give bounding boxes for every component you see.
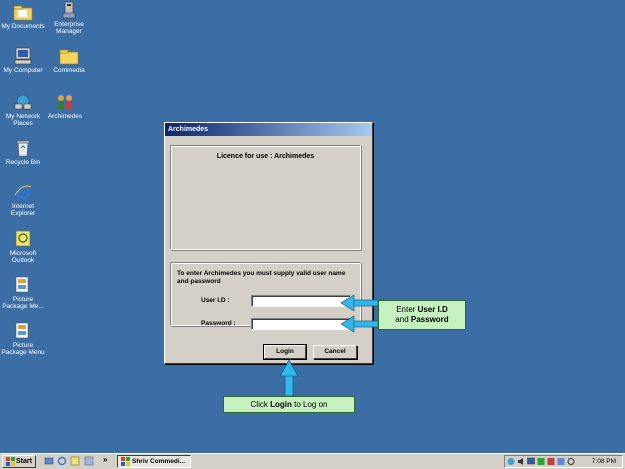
desktop-icon-my-computer[interactable]: My Computer [0,47,46,74]
callout-and: and [395,315,409,324]
callout-click-login: Click Login to Log on [223,396,355,413]
volume-tray-icon[interactable] [517,457,525,466]
desktop-icon-label: Archimedes [47,113,83,120]
cancel-button[interactable]: Cancel [313,345,357,359]
licence-panel: Licence for use : Archimedes [170,145,361,250]
user-id-label: User I.D : [201,297,230,304]
desktop-icon-my-documents[interactable]: My Documents [0,3,46,30]
recycle-bin-icon [16,140,30,157]
update-tray-icon[interactable] [557,457,565,466]
dialog-title[interactable]: Archimedes [165,123,372,136]
desktop-icon-label: Recycle Bin [5,159,41,166]
desktop-icon-network-places[interactable]: My Network Places [0,93,46,127]
user-id-input[interactable] [251,295,351,307]
taskbar: Start » Shriv Commedi... 7:08 PM [0,453,625,469]
folder-icon [59,49,79,65]
computer-icon [14,47,32,65]
password-input[interactable] [251,318,351,330]
outlook-icon [15,230,31,247]
password-label: Password : [201,320,236,327]
clock[interactable]: 7:08 PM [592,456,616,467]
desktop-icon-archimedes[interactable]: Archimedes [42,93,88,120]
desktop-icon-label: Internet Explorer [10,203,36,217]
start-button[interactable]: Start [2,455,36,468]
ie-quicklaunch-icon[interactable] [57,456,67,466]
quicklaunch-chevron[interactable]: » [103,455,107,464]
ie-icon [14,184,32,200]
network-icon [14,94,32,110]
desktop-icon-enterprise-manager[interactable]: Enterprise Manager [46,1,92,35]
show-desktop-icon[interactable] [44,456,54,466]
folder-documents-icon [13,5,33,21]
app-quicklaunch-icon[interactable] [84,456,94,466]
desktop-icon-label: Commedia [53,67,85,74]
desktop-icon-internet-explorer[interactable]: Internet Explorer [0,183,46,217]
sync-tray-icon[interactable] [567,457,575,466]
enterprise-manager-icon [62,1,76,19]
desktop-icon-picture-package-1[interactable]: Picture Package Me... [0,276,46,310]
login-dialog: Archimedes Licence for use : Archimedes … [164,122,373,364]
app-tray-icon[interactable] [537,457,545,466]
monitor-tray-icon[interactable] [527,457,535,466]
callout-login: Login [270,400,292,409]
login-button[interactable]: Login [263,344,307,360]
app-window-icon [121,457,130,466]
archimedes-icon [58,95,72,109]
outlook-quicklaunch-icon[interactable] [70,456,80,466]
network-tray-icon[interactable] [507,457,515,466]
windows-logo-icon [6,457,15,466]
desktop-icon-label: Microsoft Outlook [9,250,37,264]
desktop-icon-label: My Network Places [5,113,41,127]
start-label: Start [16,458,32,465]
instructions-text: To enter Archimedes you must supply vali… [177,270,346,285]
desktop-icon-label: Picture Package Me... [2,296,44,310]
desktop-icon-label: My Computer [3,67,43,74]
desktop-icon-commedia[interactable]: Commedia [46,47,92,74]
licence-text: Licence for use : Archimedes [216,153,315,160]
desktop-icon-label: My Documents [1,23,45,30]
picture-package-icon [15,322,29,339]
callout-user-id: User I.D [417,305,448,314]
credentials-panel: To enter Archimedes you must supply vali… [170,262,361,330]
picture-package-icon [15,276,29,293]
arrow-to-login [279,359,299,397]
callout-click-suffix: to Log on [294,400,328,409]
callout-password: Password [410,315,449,324]
security-tray-icon[interactable] [547,457,555,466]
desktop-icon-picture-package-2[interactable]: Picture Package Menu [0,322,46,356]
callout-enter-credentials: Enter User I.D and Password [378,300,466,330]
callout-enter-prefix: Enter [396,305,416,314]
desktop-icon-outlook[interactable]: Microsoft Outlook [0,230,46,264]
desktop-icon-label: Picture Package Menu [1,342,45,356]
desktop-icon-recycle-bin[interactable]: Recycle Bin [0,139,46,166]
taskbar-item-shriv-commedia[interactable]: Shriv Commedi... [117,455,191,468]
taskbar-item-label: Shriv Commedi... [132,458,186,465]
system-tray: 7:08 PM [504,455,623,468]
callout-click-prefix: Click [250,400,268,409]
desktop-icon-label: Enterprise Manager [54,21,84,35]
